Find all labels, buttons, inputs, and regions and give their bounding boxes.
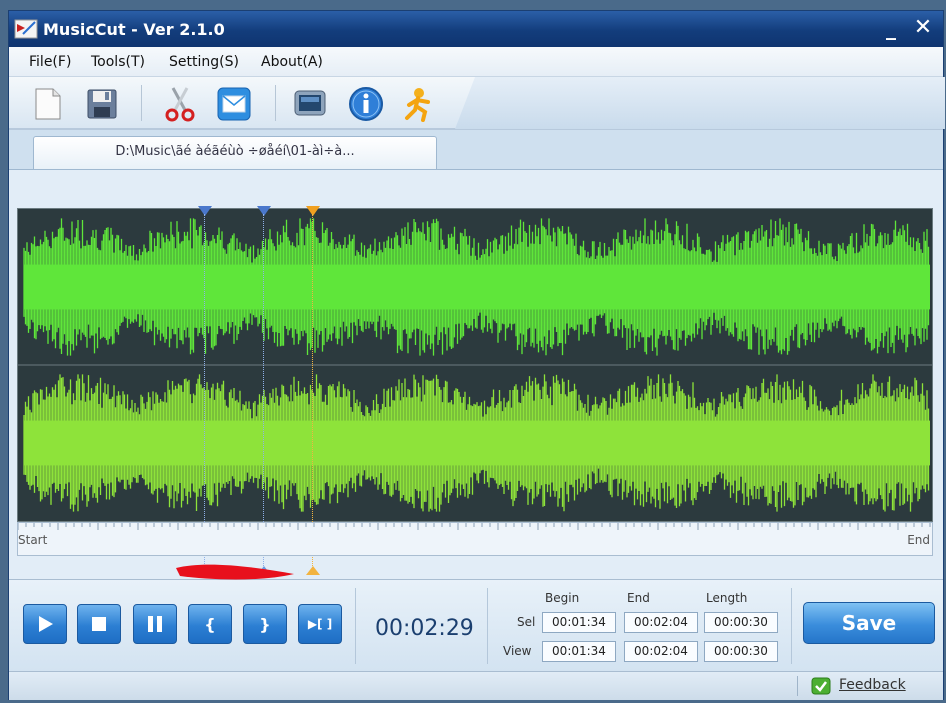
menu-tools[interactable]: Tools(T) bbox=[91, 54, 145, 70]
playhead-marker-handle[interactable] bbox=[306, 206, 320, 216]
window-title: MusicCut - Ver 2.1.0 bbox=[43, 20, 225, 39]
begin-marker-handle[interactable] bbox=[198, 206, 212, 216]
app-logo-icon bbox=[14, 19, 38, 39]
red-scribble-annotation bbox=[176, 564, 294, 580]
stop-icon bbox=[92, 617, 106, 631]
view-begin-field[interactable]: 00:01:34 bbox=[542, 641, 616, 662]
mail-button[interactable] bbox=[215, 85, 253, 123]
status-separator bbox=[797, 676, 798, 696]
sel-begin-field[interactable]: 00:01:34 bbox=[542, 612, 616, 633]
controls-separator bbox=[791, 588, 792, 664]
transport-controls: { } ▶[ ] 00:02:29 Begin End Length Sel 0… bbox=[9, 579, 943, 671]
view-end-field[interactable]: 00:02:04 bbox=[624, 641, 698, 662]
mail-icon bbox=[217, 87, 251, 121]
playhead-marker-bottom[interactable] bbox=[306, 566, 320, 575]
minimize-button[interactable]: _ bbox=[879, 17, 903, 39]
feedback-link[interactable]: Feedback bbox=[839, 677, 906, 693]
end-column-header: End bbox=[627, 591, 650, 605]
pause-button[interactable] bbox=[133, 604, 177, 644]
new-file-button[interactable] bbox=[29, 85, 67, 123]
set-end-button[interactable]: } bbox=[243, 604, 287, 644]
cut-button[interactable] bbox=[161, 85, 199, 123]
sel-row-label: Sel bbox=[517, 615, 536, 629]
scissors-icon bbox=[165, 87, 195, 122]
title-bar[interactable]: MusicCut - Ver 2.1.0 _ ✕ bbox=[9, 11, 943, 47]
waveform-panel: Start End bbox=[9, 169, 943, 579]
monitor-icon bbox=[294, 90, 326, 116]
save-file-button[interactable] bbox=[83, 85, 121, 123]
feedback-check-icon bbox=[811, 677, 831, 695]
screen-button[interactable] bbox=[291, 85, 329, 123]
play-icon bbox=[39, 616, 53, 632]
right-channel-waveform bbox=[23, 374, 930, 512]
ruler-end-label: End bbox=[907, 533, 930, 547]
toolbar-separator bbox=[141, 85, 142, 121]
file-tab-strip: D:\Music\ãé àéãéùò ÷øåéí\01-àì÷à... bbox=[9, 129, 943, 169]
view-length-field[interactable]: 00:00:30 bbox=[704, 641, 778, 662]
new-file-icon bbox=[35, 88, 61, 120]
view-row-label: View bbox=[503, 644, 532, 658]
runner-icon bbox=[405, 88, 430, 122]
length-column-header: Length bbox=[706, 591, 748, 605]
end-marker-line bbox=[263, 214, 264, 568]
end-marker-handle[interactable] bbox=[257, 206, 271, 216]
begin-marker-line bbox=[204, 214, 205, 568]
save-disk-icon bbox=[87, 89, 117, 119]
begin-column-header: Begin bbox=[545, 591, 580, 605]
musiccut-window: MusicCut - Ver 2.1.0 _ ✕ File(F) Tools(T… bbox=[8, 10, 945, 700]
set-end-icon: } bbox=[259, 614, 271, 634]
file-tab[interactable]: D:\Music\ãé àéãéùò ÷øåéí\01-àì÷à... bbox=[33, 136, 437, 169]
save-button[interactable]: Save bbox=[803, 602, 935, 644]
menu-bar: File(F) Tools(T) Setting(S) About(A) bbox=[9, 47, 943, 77]
set-begin-button[interactable]: { bbox=[188, 604, 232, 644]
close-button[interactable]: ✕ bbox=[911, 17, 935, 39]
play-button[interactable] bbox=[23, 604, 67, 644]
playhead-line bbox=[312, 214, 313, 568]
waveform-display[interactable] bbox=[17, 208, 933, 522]
play-selection-icon: ▶[ ] bbox=[307, 617, 333, 631]
info-button[interactable] bbox=[347, 85, 385, 123]
toolbar bbox=[9, 77, 945, 129]
toolbar-separator bbox=[275, 85, 276, 121]
left-channel-waveform bbox=[23, 218, 930, 356]
waveform-graphic bbox=[18, 218, 932, 512]
menu-about[interactable]: About(A) bbox=[261, 54, 323, 70]
run-button[interactable] bbox=[399, 85, 437, 123]
stop-button[interactable] bbox=[77, 604, 121, 644]
time-ruler[interactable]: Start End bbox=[17, 522, 933, 556]
current-time-display: 00:02:29 bbox=[375, 616, 474, 641]
controls-separator bbox=[355, 588, 356, 664]
sel-end-field[interactable]: 00:02:04 bbox=[624, 612, 698, 633]
ruler-start-label: Start bbox=[18, 533, 48, 547]
menu-setting[interactable]: Setting(S) bbox=[169, 54, 239, 70]
status-bar: Feedback bbox=[9, 671, 943, 700]
info-icon bbox=[349, 87, 383, 121]
ruler-ticks bbox=[18, 523, 931, 530]
play-selection-button[interactable]: ▶[ ] bbox=[298, 604, 342, 644]
controls-separator bbox=[487, 588, 488, 664]
set-begin-icon: { bbox=[204, 614, 216, 634]
toolbar-decoration bbox=[455, 77, 945, 129]
pause-icon bbox=[148, 616, 162, 632]
menu-file[interactable]: File(F) bbox=[29, 54, 71, 70]
sel-length-field[interactable]: 00:00:30 bbox=[704, 612, 778, 633]
